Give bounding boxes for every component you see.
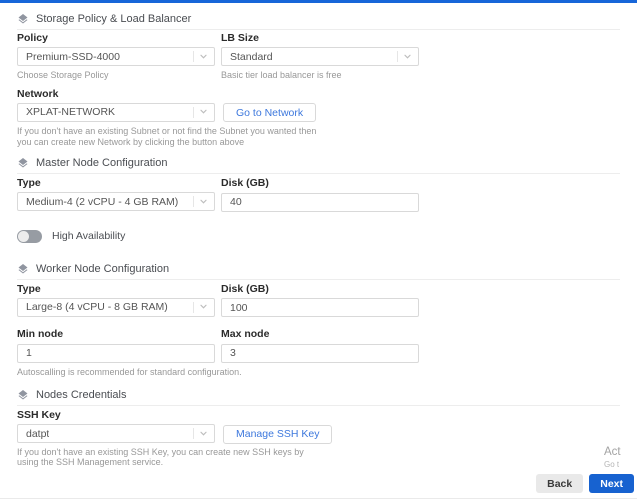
worker-type-field: Type Large-8 (4 vCPU - 8 GB RAM) xyxy=(17,282,215,318)
worker-type-select-value: Large-8 (4 vCPU - 8 GB RAM) xyxy=(26,301,168,313)
top-accent-bar xyxy=(0,0,637,3)
ssh-key-label: SSH Key xyxy=(17,409,61,421)
lb-size-select[interactable]: Standard xyxy=(221,47,419,66)
layers-icon xyxy=(17,157,29,169)
lb-size-select-value: Standard xyxy=(230,50,273,63)
min-node-input[interactable] xyxy=(17,343,215,363)
policy-select-value: Premium-SSD-4000 xyxy=(26,50,120,63)
select-suffix xyxy=(193,193,208,211)
worker-row: Type Large-8 (4 vCPU - 8 GB RAM) Disk (G… xyxy=(17,282,620,318)
chevron-down-icon xyxy=(199,193,208,211)
network-row: Network XPLAT-NETWORK Go to Network xyxy=(17,87,620,122)
high-availability-label: High Availability xyxy=(52,230,126,242)
master-type-label: Type xyxy=(17,177,41,189)
layers-icon xyxy=(17,13,29,25)
back-button[interactable]: Back xyxy=(536,474,584,493)
lb-size-label: LB Size xyxy=(221,32,259,44)
master-type-select[interactable]: Medium-4 (2 vCPU - 4 GB RAM) xyxy=(17,192,215,211)
ssh-key-helper: If you don't have an existing SSH Key, y… xyxy=(17,446,304,468)
select-separator xyxy=(193,196,194,207)
master-type-field: Type Medium-4 (2 vCPU - 4 GB RAM) xyxy=(17,178,215,212)
section-title-credentials: Nodes Credentials xyxy=(36,389,127,401)
network-select-value: XPLAT-NETWORK xyxy=(26,106,116,118)
select-suffix xyxy=(193,298,208,316)
autoscaling-helper: Autoscalling is recommended for standard… xyxy=(17,366,242,377)
bottom-divider xyxy=(0,498,637,499)
policy-select[interactable]: Premium-SSD-4000 xyxy=(17,47,215,66)
wizard-footer: Back Next xyxy=(536,474,634,493)
watermark-line1: Act xyxy=(604,446,621,458)
section-header-worker: Worker Node Configuration xyxy=(17,263,620,280)
section-header-credentials: Nodes Credentials xyxy=(17,389,620,406)
toggle-knob xyxy=(18,230,29,242)
network-label: Network xyxy=(17,87,59,100)
storage-row: Policy Premium-SSD-4000 Choose Storage P… xyxy=(17,33,620,81)
section-header-master: Master Node Configuration xyxy=(17,157,620,174)
go-to-network-button[interactable]: Go to Network xyxy=(223,103,317,122)
section-header-storage: Storage Policy & Load Balancer xyxy=(17,13,620,30)
policy-field: Policy Premium-SSD-4000 Choose Storage P… xyxy=(17,33,215,81)
ssh-key-select[interactable]: datpt xyxy=(17,424,215,443)
ssh-key-field: SSH Key datpt xyxy=(17,410,215,443)
master-type-select-value: Medium-4 (2 vCPU - 4 GB RAM) xyxy=(26,195,179,208)
worker-disk-field: Disk (GB) xyxy=(221,282,419,317)
select-suffix xyxy=(193,425,208,443)
high-availability-row: High Availability xyxy=(17,229,620,243)
activation-watermark: Act Go t xyxy=(604,446,621,469)
chevron-down-icon xyxy=(199,48,208,66)
select-suffix xyxy=(193,103,208,121)
worker-disk-label: Disk (GB) xyxy=(221,282,269,295)
select-separator xyxy=(193,301,194,313)
min-node-field: Min node xyxy=(17,329,215,363)
chevron-down-icon xyxy=(199,298,208,316)
chevron-down-icon xyxy=(199,103,208,121)
lb-size-helper: Basic tier load balancer is free xyxy=(221,70,342,80)
master-disk-input[interactable] xyxy=(221,192,419,212)
policy-helper: Choose Storage Policy xyxy=(17,70,109,80)
master-disk-field: Disk (GB) xyxy=(221,178,419,212)
layers-icon xyxy=(17,389,29,401)
chevron-down-icon xyxy=(199,425,208,443)
select-separator xyxy=(397,51,398,62)
section-title-storage: Storage Policy & Load Balancer xyxy=(36,13,192,25)
manage-ssh-key-button[interactable]: Manage SSH Key xyxy=(223,424,333,444)
next-button[interactable]: Next xyxy=(589,474,634,493)
select-suffix xyxy=(397,48,412,66)
min-max-row: Min node Max node xyxy=(17,329,620,363)
form-content: Storage Policy & Load Balancer Policy Pr… xyxy=(0,13,637,468)
ssh-key-row: SSH Key datpt Manage SSH Key xyxy=(17,410,620,444)
min-node-label: Min node xyxy=(17,328,64,340)
select-separator xyxy=(193,51,194,62)
layers-icon xyxy=(17,263,29,275)
worker-type-select[interactable]: Large-8 (4 vCPU - 8 GB RAM) xyxy=(17,297,215,317)
network-helper: If you don't have an existing Subnet or … xyxy=(17,126,317,147)
max-node-label: Max node xyxy=(221,328,270,340)
ssh-key-select-value: datpt xyxy=(26,427,50,440)
master-disk-label: Disk (GB) xyxy=(221,177,269,189)
master-row: Type Medium-4 (2 vCPU - 4 GB RAM) Disk (… xyxy=(17,178,620,212)
policy-label: Policy xyxy=(17,32,48,44)
lb-size-field: LB Size Standard Basic tier load balance… xyxy=(221,33,419,81)
high-availability-toggle[interactable] xyxy=(17,229,42,243)
network-field: Network XPLAT-NETWORK xyxy=(17,87,215,122)
max-node-field: Max node xyxy=(221,329,419,363)
select-separator xyxy=(193,428,194,439)
section-title-master: Master Node Configuration xyxy=(36,157,168,169)
select-suffix xyxy=(193,48,208,66)
ssh-button-wrap: Manage SSH Key xyxy=(223,424,620,444)
network-select[interactable]: XPLAT-NETWORK xyxy=(17,102,215,122)
max-node-input[interactable] xyxy=(221,343,419,363)
watermark-line2: Go t xyxy=(604,460,620,469)
network-button-wrap: Go to Network xyxy=(223,103,620,122)
section-title-worker: Worker Node Configuration xyxy=(36,262,170,275)
chevron-down-icon xyxy=(403,48,412,66)
worker-type-label: Type xyxy=(17,282,41,295)
worker-disk-input[interactable] xyxy=(221,298,419,317)
select-separator xyxy=(193,106,194,118)
